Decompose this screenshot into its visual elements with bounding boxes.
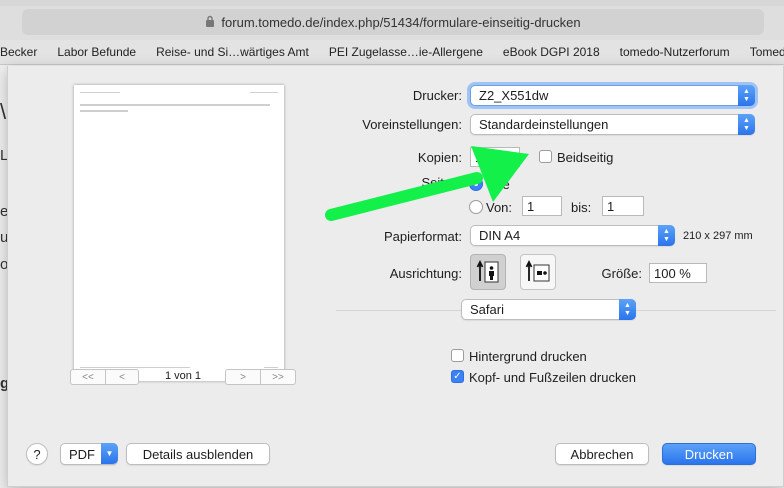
pages-to-value: 1 bbox=[607, 198, 615, 214]
page-counter: 1 von 1 bbox=[164, 370, 202, 382]
url-field[interactable]: forum.tomedo.de/index.php/51434/formular… bbox=[22, 9, 764, 35]
preview-footer-line bbox=[80, 367, 190, 368]
pages-to-field[interactable]: 1 bbox=[602, 196, 644, 216]
print-background-label: Hintergrund drucken bbox=[469, 349, 587, 364]
paper-dimensions: 210 x 297 mm bbox=[683, 230, 753, 242]
chevron-updown-icon: ▲ ▼ bbox=[738, 85, 755, 106]
preview-header-line bbox=[250, 92, 278, 93]
bookmark-tomedo-forum[interactable]: tomedo-Nutzerforum bbox=[620, 45, 730, 59]
bookmarks-bar: Becker Labor Befunde Reise- und Si…wärti… bbox=[0, 40, 784, 65]
print-button[interactable]: Drucken bbox=[662, 443, 756, 465]
bg-text: \ bbox=[0, 99, 7, 124]
chevron-updown-icon: ▲ ▼ bbox=[738, 114, 755, 135]
scale-value: 100 % bbox=[654, 265, 691, 281]
next-page-button[interactable]: > bbox=[225, 369, 261, 385]
pdf-label: PDF bbox=[69, 446, 95, 462]
section-value: Safari bbox=[470, 302, 504, 317]
lock-icon bbox=[205, 15, 215, 30]
last-page-button[interactable]: >> bbox=[260, 369, 296, 385]
section-select[interactable]: Safari ▲ ▼ bbox=[461, 299, 636, 320]
chevron-updown-icon: ▲ ▼ bbox=[658, 225, 675, 246]
print-preview-page bbox=[74, 85, 284, 381]
address-bar-area: forum.tomedo.de/index.php/51434/formular… bbox=[0, 6, 784, 40]
preview-footer-line bbox=[264, 367, 278, 368]
print-headers-checkbox[interactable]: ✓ bbox=[451, 370, 464, 383]
bookmark-tomedo-hilfen[interactable]: TomedoHilfen ⌄ bbox=[750, 45, 784, 59]
bookmark-pei[interactable]: PEI Zugelasse…ie-Allergene bbox=[329, 45, 483, 59]
first-page-button[interactable]: << bbox=[70, 369, 106, 385]
bookmark-reise[interactable]: Reise- und Si…wärtiges Amt bbox=[156, 45, 309, 59]
preview-text-line bbox=[80, 104, 270, 106]
print-headers-label: Kopf- und Fußzeilen drucken bbox=[469, 370, 636, 385]
bookmark-labor-befunde[interactable]: Labor Befunde bbox=[57, 45, 136, 59]
bookmark-ebook-dgpi[interactable]: eBook DGPI 2018 bbox=[503, 45, 600, 59]
bookmark-becker[interactable]: Becker bbox=[0, 45, 37, 59]
preview-text-line bbox=[80, 110, 128, 112]
pdf-menu-button[interactable]: PDF ▼ bbox=[60, 443, 118, 465]
cancel-button[interactable]: Abbrechen bbox=[555, 443, 649, 465]
pages-to-label: bis: bbox=[571, 200, 592, 215]
preview-header-line bbox=[80, 92, 120, 93]
chevron-down-icon: ▼ bbox=[101, 443, 118, 464]
preview-pager: << < 1 von 1 > >> bbox=[70, 369, 296, 389]
portrait-button[interactable] bbox=[470, 254, 506, 290]
landscape-orientation-icon bbox=[525, 259, 550, 282]
scale-field[interactable]: 100 % bbox=[649, 263, 707, 283]
scale-label: Größe: bbox=[601, 266, 642, 281]
portrait-orientation-icon bbox=[476, 259, 499, 283]
orientation-label: Ausrichtung: bbox=[389, 266, 462, 281]
hide-details-button[interactable]: Details ausblenden bbox=[126, 443, 270, 465]
duplex-label: Beidseitig bbox=[557, 150, 614, 165]
print-background-checkbox[interactable] bbox=[451, 349, 464, 362]
checkmark-icon: ✓ bbox=[453, 371, 462, 382]
url-text: forum.tomedo.de/index.php/51434/formular… bbox=[221, 14, 581, 30]
landscape-button[interactable] bbox=[520, 254, 556, 290]
chevron-updown-icon: ▲ ▼ bbox=[619, 299, 636, 320]
annotation-arrow-icon bbox=[325, 146, 529, 221]
previous-page-button[interactable]: < bbox=[105, 369, 139, 385]
help-button[interactable]: ? bbox=[26, 443, 48, 465]
